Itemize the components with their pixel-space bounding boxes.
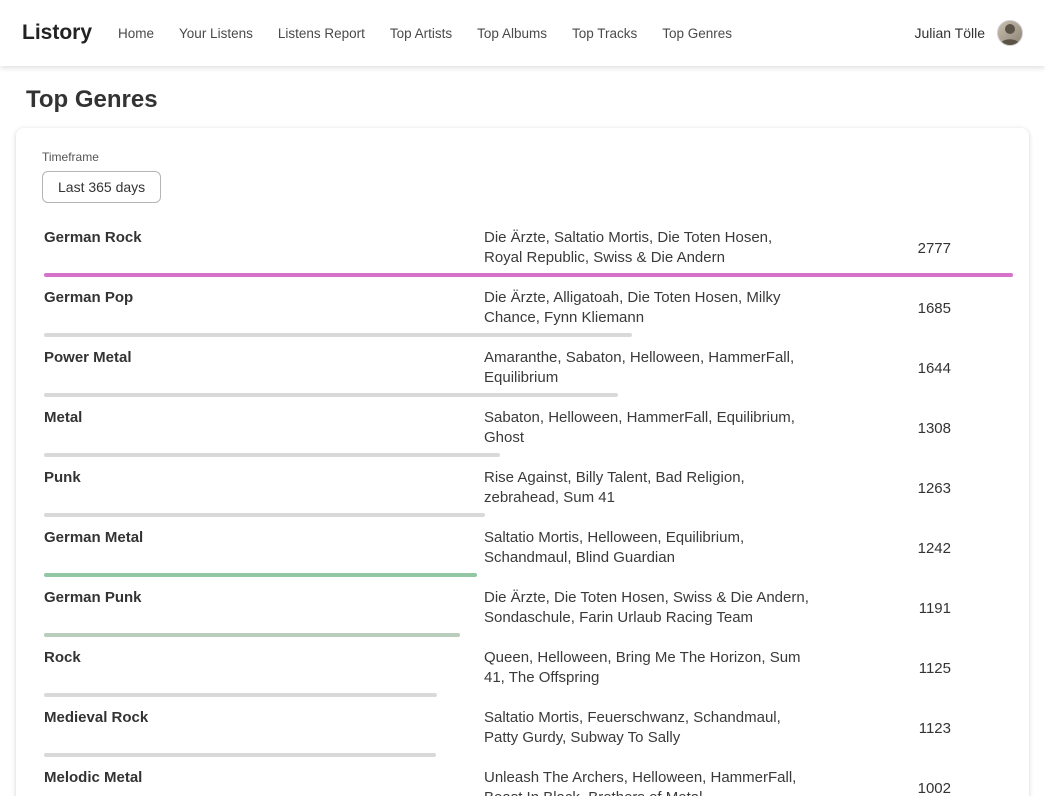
genre-artists: Saltatio Mortis, Helloween, Equilibrium,… — [484, 528, 814, 568]
genre-count: 1123 — [919, 720, 1001, 737]
table-row: German Pop Die Ärzte, Alligatoah, Die To… — [38, 277, 1007, 337]
nav-item-top-genres[interactable]: Top Genres — [662, 26, 732, 41]
nav-item-top-albums[interactable]: Top Albums — [477, 26, 547, 41]
genre-artists: Rise Against, Billy Talent, Bad Religion… — [484, 468, 814, 508]
user-name: Julian Tölle — [914, 25, 985, 41]
nav-item-top-tracks[interactable]: Top Tracks — [572, 26, 637, 41]
genre-artists: Saltatio Mortis, Feuerschwanz, Schandmau… — [484, 708, 814, 748]
genre-count: 1308 — [918, 420, 1001, 437]
table-row: Punk Rise Against, Billy Talent, Bad Rel… — [38, 457, 1007, 517]
table-row: Metal Sabaton, Helloween, HammerFall, Eq… — [38, 397, 1007, 457]
table-row: German Rock Die Ärzte, Saltatio Mortis, … — [38, 217, 1007, 277]
genre-name: German Metal — [44, 528, 484, 546]
genre-count: 1263 — [918, 480, 1001, 497]
genre-count: 2777 — [918, 240, 1001, 257]
genre-artists: Unleash The Archers, Helloween, HammerFa… — [484, 768, 814, 796]
genre-name: German Pop — [44, 288, 484, 306]
table-row: German Metal Saltatio Mortis, Helloween,… — [38, 517, 1007, 577]
genre-count: 1125 — [919, 660, 1001, 677]
genre-artists: Sabaton, Helloween, HammerFall, Equilibr… — [484, 408, 814, 448]
genre-name: Medieval Rock — [44, 708, 484, 726]
genre-artists: Die Ärzte, Saltatio Mortis, Die Toten Ho… — [484, 228, 814, 268]
table-row: Power Metal Amaranthe, Sabaton, Hellowee… — [38, 337, 1007, 397]
genre-name: Metal — [44, 408, 484, 426]
genre-count: 1644 — [918, 360, 1001, 377]
genre-artists: Queen, Helloween, Bring Me The Horizon, … — [484, 648, 814, 688]
user-area: Julian Tölle — [914, 20, 1023, 46]
genre-name: Melodic Metal — [44, 768, 484, 786]
main-nav: Home Your Listens Listens Report Top Art… — [118, 26, 757, 41]
page-title: Top Genres — [26, 86, 1045, 114]
genre-count: 1002 — [918, 780, 1001, 796]
timeframe-label: Timeframe — [42, 150, 1007, 164]
app-header: Listory Home Your Listens Listens Report… — [0, 0, 1045, 66]
genre-count: 1685 — [918, 300, 1001, 317]
genre-name: German Rock — [44, 228, 484, 246]
nav-item-listens-report[interactable]: Listens Report — [278, 26, 365, 41]
genre-name: Power Metal — [44, 348, 484, 366]
genre-count: 1242 — [918, 540, 1001, 557]
genre-name: Punk — [44, 468, 484, 486]
genre-artists: Die Ärzte, Die Toten Hosen, Swiss & Die … — [484, 588, 814, 628]
genre-table-body: German Rock Die Ärzte, Saltatio Mortis, … — [38, 217, 1007, 796]
user-avatar[interactable] — [997, 20, 1023, 46]
genre-name: German Punk — [44, 588, 484, 606]
genre-count: 1191 — [919, 600, 1001, 617]
top-genres-card: Timeframe Last 365 days German Rock Die … — [16, 128, 1029, 796]
genre-artists: Amaranthe, Sabaton, Helloween, HammerFal… — [484, 348, 814, 388]
table-row: Medieval Rock Saltatio Mortis, Feuerschw… — [38, 697, 1007, 757]
brand-logo[interactable]: Listory — [22, 21, 92, 45]
timeframe-select-button[interactable]: Last 365 days — [42, 171, 161, 203]
nav-item-home[interactable]: Home — [118, 26, 154, 41]
nav-item-your-listens[interactable]: Your Listens — [179, 26, 253, 41]
table-row: German Punk Die Ärzte, Die Toten Hosen, … — [38, 577, 1007, 637]
table-row: Rock Queen, Helloween, Bring Me The Hori… — [38, 637, 1007, 697]
genre-name: Rock — [44, 648, 484, 666]
table-row: Melodic Metal Unleash The Archers, Hello… — [38, 757, 1007, 796]
nav-item-top-artists[interactable]: Top Artists — [390, 26, 452, 41]
genre-artists: Die Ärzte, Alligatoah, Die Toten Hosen, … — [484, 288, 814, 328]
person-icon — [997, 20, 1023, 45]
